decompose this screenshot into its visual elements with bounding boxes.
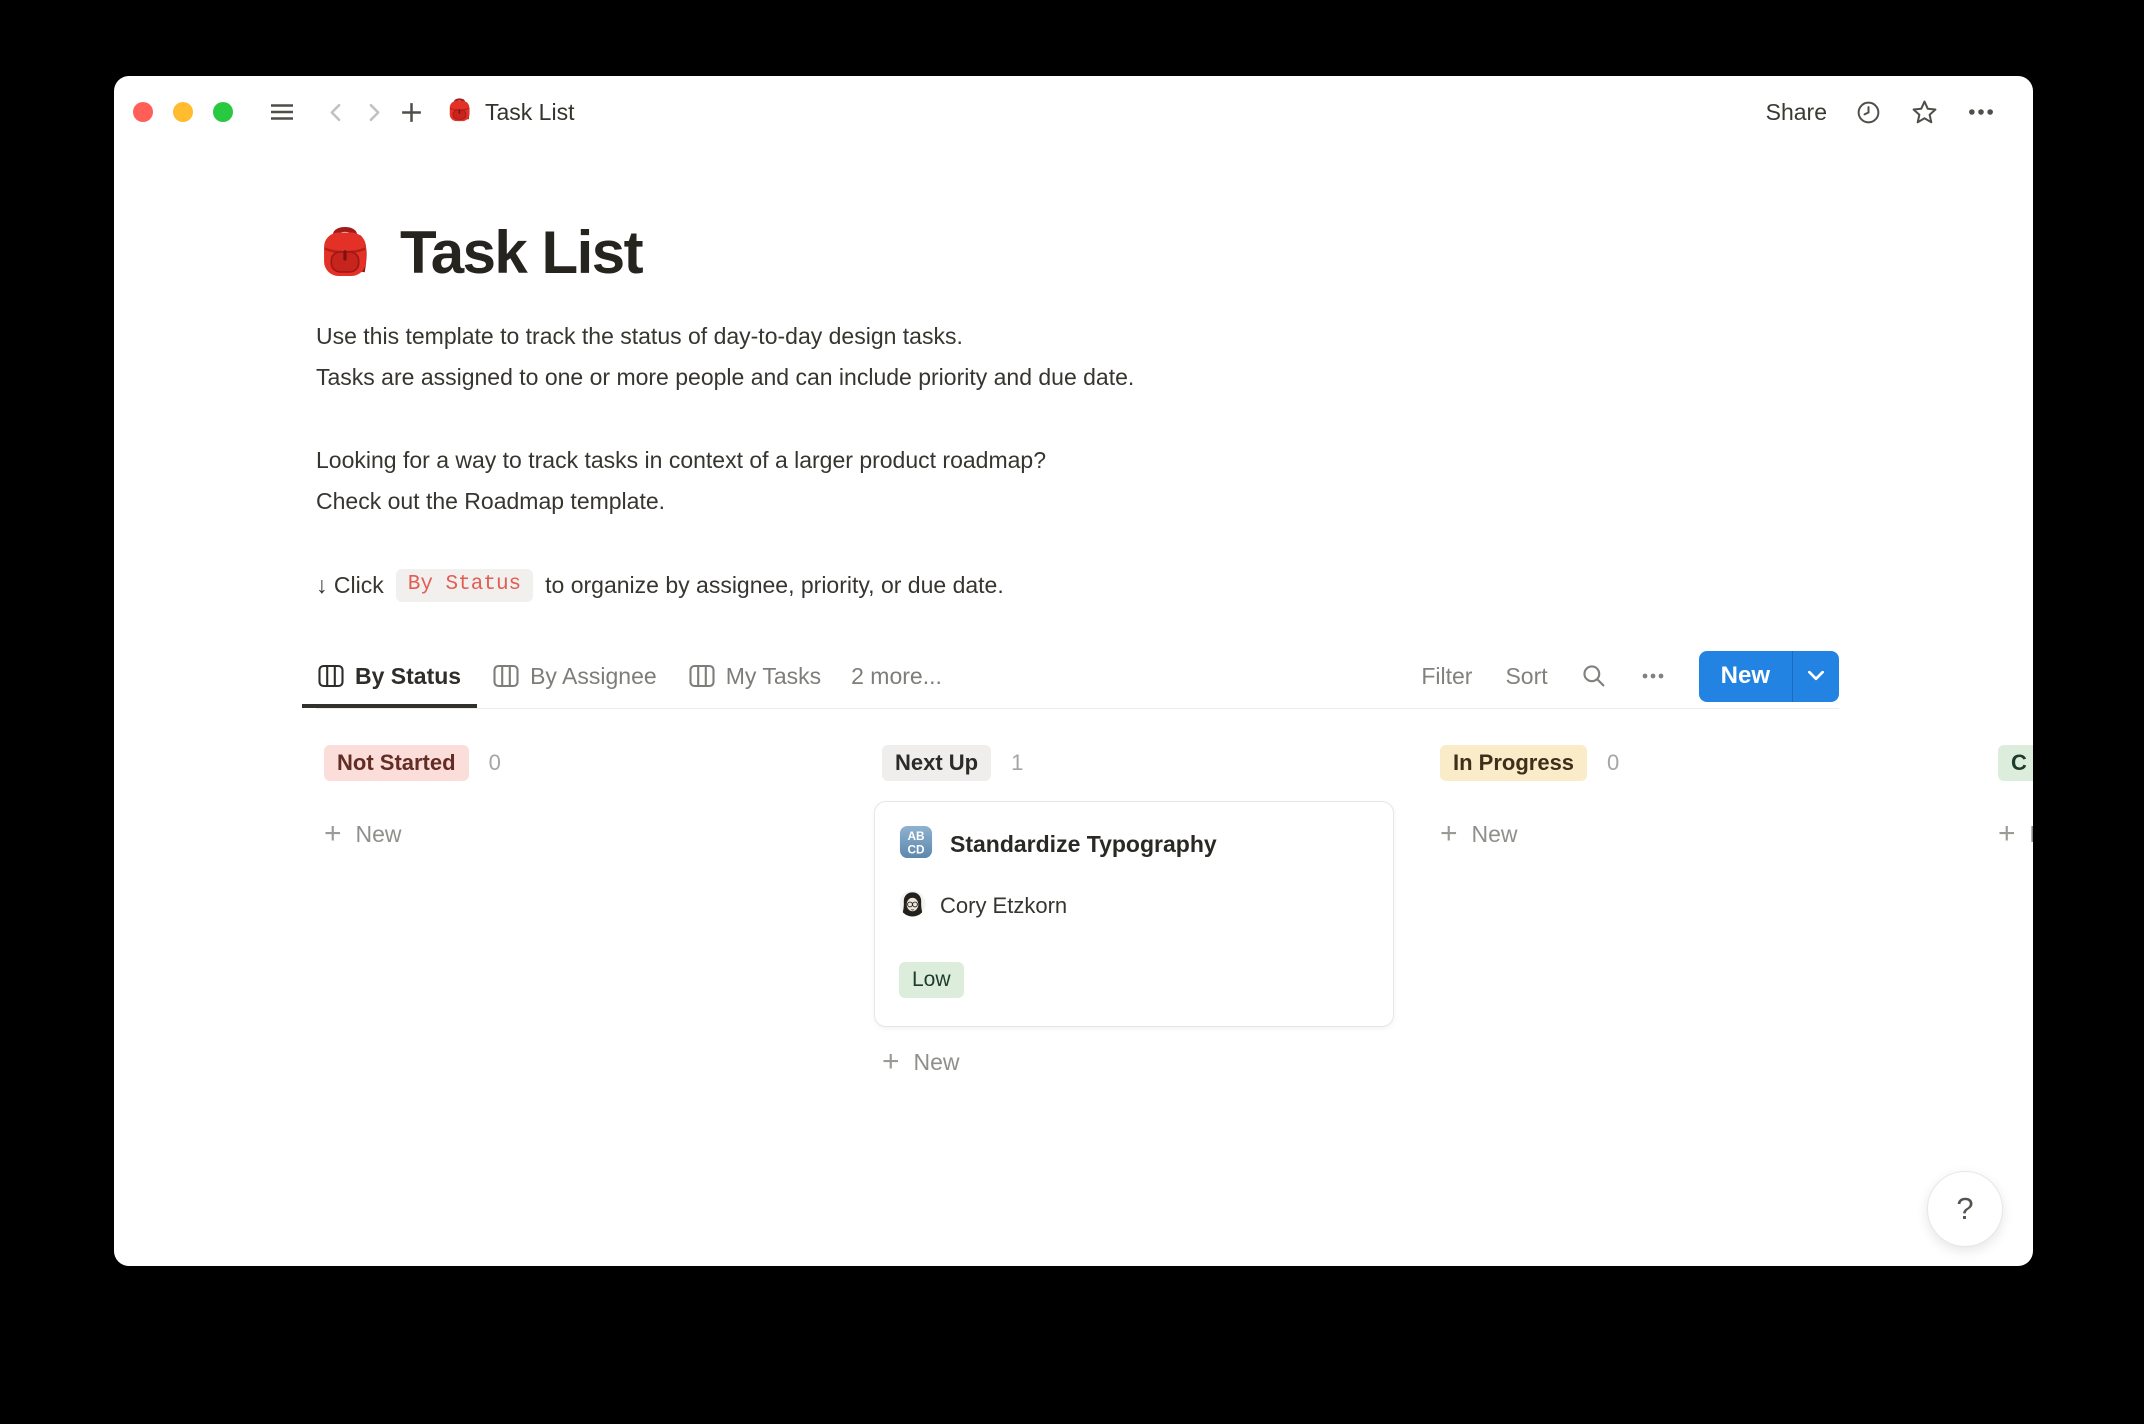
card-assignee-row: Cory Etzkorn xyxy=(899,892,1369,920)
sidebar-menu-icon[interactable] xyxy=(269,99,295,125)
add-card-button[interactable]: + New xyxy=(316,817,408,851)
titlebar-actions: Share xyxy=(1766,98,1995,127)
view-controls: Filter Sort New xyxy=(1421,644,1839,708)
card-tags-row: Low xyxy=(899,962,1369,998)
assignee-avatar xyxy=(899,890,926,922)
page-content: Task List Use this template to track the… xyxy=(114,220,2033,1079)
page-backpack-icon[interactable] xyxy=(316,222,374,285)
status-badge[interactable]: Next Up xyxy=(882,745,991,781)
page-description-1: Use this template to track the status of… xyxy=(316,316,1839,398)
instruction-suffix: to organize by assignee, priority, or du… xyxy=(545,572,1004,599)
new-dropdown-chevron-icon[interactable] xyxy=(1792,651,1839,702)
status-badge[interactable]: C xyxy=(1998,745,2033,781)
plus-icon: + xyxy=(324,819,342,849)
add-card-button[interactable]: + New xyxy=(874,1045,966,1079)
view-tabs: By Status By Assignee My Tasks 2 more... xyxy=(302,644,956,708)
plus-icon: + xyxy=(882,1047,900,1077)
card-title-row: AB CD Standardize Typography xyxy=(899,826,1369,862)
new-button-group: New xyxy=(1699,651,1839,702)
more-views-button[interactable]: 2 more... xyxy=(837,644,956,708)
input-latin-letters-icon: AB CD xyxy=(899,825,933,864)
tab-my-tasks[interactable]: My Tasks xyxy=(673,644,837,708)
back-icon[interactable] xyxy=(325,101,348,124)
instruction-prefix: ↓ Click xyxy=(316,572,384,599)
notion-window: Task List Share xyxy=(114,76,2033,1266)
tab-label: My Tasks xyxy=(726,663,821,690)
help-button[interactable]: ? xyxy=(1927,1171,2003,1247)
board-column-next-up: Next Up 1 AB xyxy=(874,745,1394,1079)
kanban-board: Not Started 0 + New Next Up 1 xyxy=(316,745,2033,1079)
desktop-background: Task List Share xyxy=(0,0,2144,1424)
instruction-line: ↓ Click By Status to organize by assigne… xyxy=(316,566,1839,604)
tab-label: By Status xyxy=(355,663,461,690)
view-toolbar: By Status By Assignee My Tasks 2 more...… xyxy=(316,644,1839,709)
plus-icon: + xyxy=(1440,819,1458,849)
board-column-in-progress: In Progress 0 + New xyxy=(1432,745,1952,1079)
description-line: Looking for a way to track tasks in cont… xyxy=(316,440,1839,481)
column-count: 0 xyxy=(1607,750,1619,776)
add-card-button[interactable]: + New xyxy=(1432,817,1524,851)
view-more-options-icon[interactable] xyxy=(1640,663,1666,689)
more-options-icon[interactable] xyxy=(1967,98,1995,126)
column-header: In Progress 0 xyxy=(1432,745,1952,781)
status-badge[interactable]: Not Started xyxy=(324,745,469,781)
page-title: Task List xyxy=(400,220,642,286)
favorite-star-icon[interactable] xyxy=(1910,98,1939,127)
description-line: Check out the Roadmap template. xyxy=(316,481,1839,522)
column-header: Next Up 1 xyxy=(874,745,1394,781)
plus-icon: + xyxy=(1998,819,2016,849)
status-badge[interactable]: In Progress xyxy=(1440,745,1587,781)
search-icon[interactable] xyxy=(1581,663,1607,689)
tab-label: By Assignee xyxy=(530,663,657,690)
filter-button[interactable]: Filter xyxy=(1421,663,1472,690)
share-button[interactable]: Share xyxy=(1766,99,1827,126)
svg-text:AB: AB xyxy=(907,829,924,843)
column-header: C xyxy=(1990,745,2033,781)
zoom-window-button[interactable] xyxy=(213,102,233,122)
new-button[interactable]: New xyxy=(1699,651,1792,702)
tab-by-assignee[interactable]: By Assignee xyxy=(477,644,673,708)
titlebar-breadcrumb[interactable]: Task List xyxy=(446,96,574,128)
description-line: Tasks are assigned to one or more people… xyxy=(316,357,1839,398)
page-description-2: Looking for a way to track tasks in cont… xyxy=(316,440,1839,522)
task-card[interactable]: AB CD Standardize Typography xyxy=(874,801,1394,1027)
assignee-name: Cory Etzkorn xyxy=(940,893,1067,919)
board-column-clipped: C + New xyxy=(1990,745,2033,1079)
updates-clock-icon[interactable] xyxy=(1855,99,1882,126)
add-card-button[interactable]: + New xyxy=(1990,817,2033,851)
column-count: 0 xyxy=(489,750,501,776)
close-window-button[interactable] xyxy=(133,102,153,122)
by-status-code-badge: By Status xyxy=(396,569,533,602)
column-count: 1 xyxy=(1011,750,1023,776)
titlebar: Task List Share xyxy=(114,76,2033,148)
page-header: Task List xyxy=(316,220,1839,286)
description-line: Use this template to track the status of… xyxy=(316,316,1839,357)
backpack-icon xyxy=(446,96,473,128)
titlebar-document-title[interactable]: Task List xyxy=(485,99,574,126)
priority-tag: Low xyxy=(899,962,964,998)
tab-by-status[interactable]: By Status xyxy=(302,644,477,708)
window-controls xyxy=(133,102,233,122)
board-column-not-started: Not Started 0 + New xyxy=(316,745,836,1079)
minimize-window-button[interactable] xyxy=(173,102,193,122)
column-header: Not Started 0 xyxy=(316,745,836,781)
sort-button[interactable]: Sort xyxy=(1505,663,1547,690)
forward-icon[interactable] xyxy=(362,101,385,124)
svg-text:CD: CD xyxy=(907,842,925,856)
new-tab-plus-icon[interactable] xyxy=(399,100,424,125)
card-title: Standardize Typography xyxy=(950,831,1217,858)
